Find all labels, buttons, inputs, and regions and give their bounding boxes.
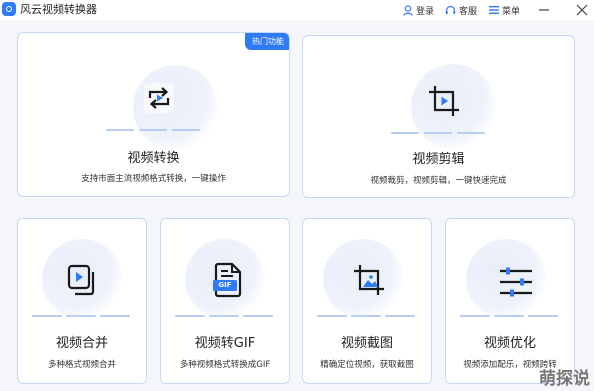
- card-title: 视频合并: [55, 336, 108, 351]
- card-title: 视频优化: [483, 336, 536, 351]
- decor-dashes: [175, 315, 273, 317]
- menu-button[interactable]: 菜单: [489, 2, 520, 18]
- card-title: 视频截图: [340, 336, 393, 351]
- screenshot-icon: [351, 262, 387, 302]
- video-to-gif-card[interactable]: GIF 视频转GIF 多种视频格式转换成GIF: [160, 218, 290, 384]
- service-button[interactable]: 客服: [445, 2, 477, 18]
- decor-dashes: [106, 129, 200, 131]
- card-desc: 多种视频格式转换成GIF: [179, 360, 271, 370]
- gif-file-icon: GIF: [213, 262, 245, 302]
- card-desc: 视频裁剪，视频剪辑，一键快速完成: [370, 176, 507, 186]
- service-label: 客服: [459, 6, 478, 17]
- hot-feature-badge: 热门功能: [245, 33, 289, 50]
- minimize-icon: [539, 9, 549, 11]
- menu-label: 菜单: [502, 6, 521, 17]
- card-desc: 多种格式视频合并: [47, 360, 116, 370]
- convert-icon: [142, 81, 176, 119]
- title-bar: 风云视频转换器 登录 客服 菜单: [0, 0, 594, 20]
- video-convert-card[interactable]: 热门功能 视频转换 支持市面主流视频格式转换，一键操作: [17, 32, 290, 197]
- app-logo-icon: [2, 2, 16, 16]
- merge-icon: [66, 263, 100, 301]
- minimize-button[interactable]: [537, 2, 551, 18]
- decor-dashes: [391, 132, 485, 134]
- video-screenshot-card[interactable]: 视频截图 精确定位视频，获取截图: [302, 218, 432, 384]
- video-merge-card[interactable]: 视频合并 多种格式视频合并: [17, 218, 147, 384]
- card-desc: 支持市面主流视频格式转换，一键操作: [81, 174, 226, 184]
- decor-dashes: [460, 315, 558, 317]
- headset-icon: [445, 5, 456, 14]
- close-button[interactable]: [575, 2, 589, 18]
- video-optimize-card[interactable]: 视频优化 视频添加配乐，视频跨转: [445, 218, 575, 384]
- close-icon: [576, 4, 588, 16]
- video-edit-card[interactable]: 视频剪辑 视频裁剪，视频剪辑，一键快速完成: [302, 35, 575, 198]
- menu-icon: [489, 6, 499, 14]
- decor-dashes: [32, 315, 130, 317]
- sliders-icon: [498, 265, 534, 303]
- watermark-text: 萌探说: [539, 369, 590, 389]
- card-title: 视频转换: [127, 151, 180, 166]
- card-title: 视频转GIF: [194, 336, 256, 351]
- app-title: 风云视频转换器: [20, 3, 97, 16]
- login-label: 登录: [416, 6, 435, 17]
- user-icon: [403, 4, 413, 16]
- decor-dashes: [317, 315, 415, 317]
- login-button[interactable]: 登录: [403, 2, 434, 18]
- crop-edit-icon: [426, 83, 462, 123]
- gif-icon-label: GIF: [218, 281, 232, 289]
- card-desc: 精确定位视频，获取截图: [320, 360, 414, 370]
- card-title: 视频剪辑: [412, 152, 465, 167]
